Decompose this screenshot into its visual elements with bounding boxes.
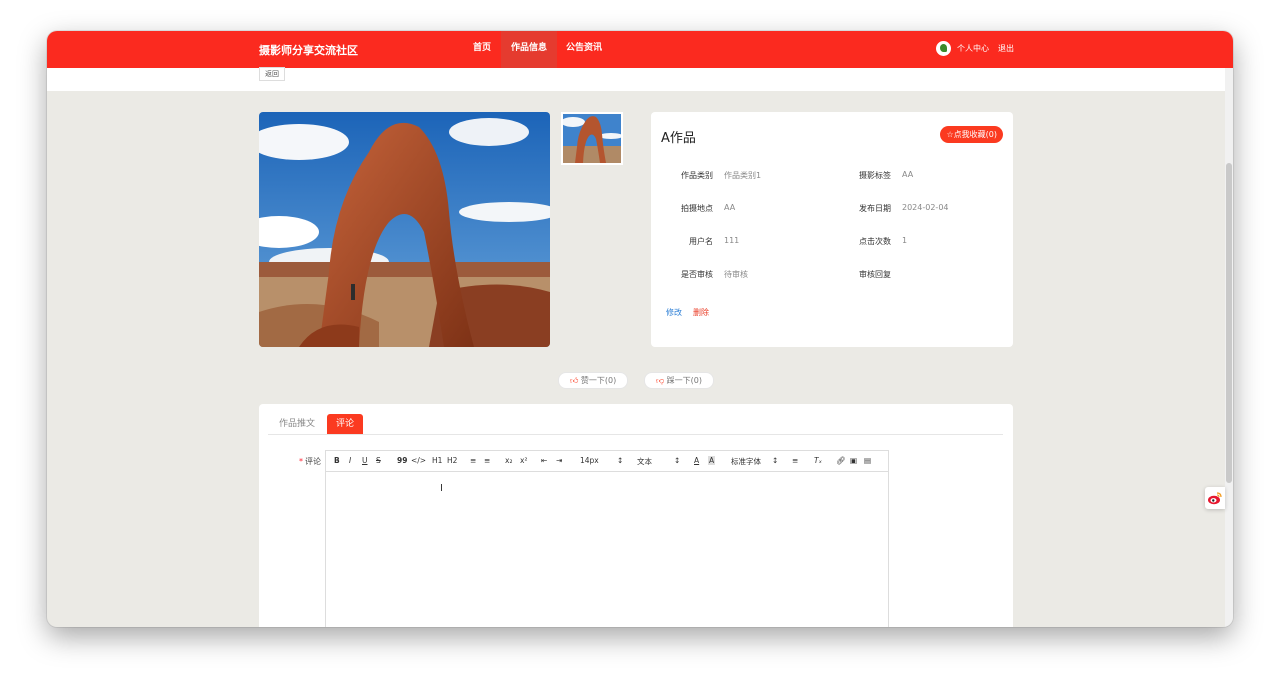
- tab-comment[interactable]: 评论: [327, 414, 364, 434]
- h1-button[interactable]: H1: [432, 456, 442, 465]
- dislike-button[interactable]: 👎︎ 踩一下(0): [644, 372, 715, 389]
- sub-bar: 返回: [47, 67, 1225, 91]
- bold-button[interactable]: B: [334, 456, 340, 465]
- avatar[interactable]: [936, 41, 951, 56]
- favorite-button[interactable]: ☆点我收藏(0): [940, 126, 1003, 143]
- comment-panel: 作品推文 评论 * 评论 B I U S 99 </> H1 H2 ≡ ≡ x₂ …: [259, 404, 1013, 627]
- like-label: 赞一下(0): [580, 376, 617, 385]
- indent-icon[interactable]: ⇥: [556, 456, 562, 465]
- background-color-icon[interactable]: A: [708, 456, 716, 465]
- user-area: 个人中心 退出: [936, 40, 1014, 57]
- bullet-list-icon[interactable]: ≡: [484, 456, 490, 465]
- back-button[interactable]: 返回: [259, 67, 285, 81]
- dislike-label: 踩一下(0): [666, 376, 703, 385]
- nav-item-works[interactable]: 作品信息: [501, 31, 558, 68]
- image-icon[interactable]: ▣: [850, 456, 857, 465]
- thumbs-up-icon: 👍︎: [570, 376, 579, 385]
- nav-item-home[interactable]: 首页: [463, 31, 501, 68]
- required-mark: *: [299, 457, 303, 466]
- main-photo[interactable]: [259, 112, 550, 347]
- comment-label-text: 评论: [305, 457, 321, 466]
- underline-button[interactable]: U: [362, 456, 368, 465]
- photo-thumbnail[interactable]: [561, 112, 623, 165]
- field-label-location: 拍摄地点: [681, 204, 713, 213]
- comment-rich-editor[interactable]: B I U S 99 </> H1 H2 ≡ ≡ x₂ x² ⇤ ⇥ 14px …: [325, 450, 889, 627]
- field-value-username: 111: [724, 236, 740, 245]
- work-info-card: A作品 ☆点我收藏(0) 作品类别 作品类别1 摄影标签 AA 拍摄地点 AA …: [651, 112, 1013, 347]
- strike-button[interactable]: S: [376, 456, 381, 465]
- field-value-clicks: 1: [902, 236, 908, 245]
- block-format-select[interactable]: 文本: [637, 456, 652, 467]
- field-label-clicks: 点击次数: [859, 237, 891, 246]
- font-family-select[interactable]: 标准字体: [731, 456, 761, 467]
- field-label-review: 是否审核: [681, 270, 713, 279]
- video-icon[interactable]: ▤: [864, 456, 871, 465]
- logout-link[interactable]: 退出: [998, 43, 1014, 54]
- outdent-icon[interactable]: ⇤: [541, 456, 547, 465]
- arch-thumbnail-image: [563, 114, 621, 163]
- edit-link[interactable]: 修改: [666, 307, 682, 318]
- thumbs-down-icon: 👎︎: [656, 376, 665, 385]
- site-brand[interactable]: 摄影师分享交流社区: [259, 42, 358, 58]
- field-value-category: 作品类别1: [724, 171, 762, 180]
- field-label-date: 发布日期: [859, 204, 891, 213]
- scrollbar-thumb[interactable]: [1226, 163, 1232, 483]
- italic-button[interactable]: I: [349, 456, 351, 465]
- work-title: A作品: [661, 131, 696, 146]
- align-icon[interactable]: ≡: [792, 456, 798, 465]
- field-value-date: 2024-02-04: [902, 203, 949, 212]
- weibo-share-button[interactable]: [1205, 487, 1225, 509]
- tab-work-article[interactable]: 作品推文: [270, 414, 324, 434]
- font-size-select[interactable]: 14px: [580, 456, 599, 465]
- field-label-category: 作品类别: [681, 171, 713, 180]
- page-scrollbar[interactable]: [1225, 68, 1233, 627]
- text-color-icon[interactable]: A: [694, 456, 699, 465]
- top-navigation: 摄影师分享交流社区 首页 作品信息 公告资讯 个人中心 退出: [47, 31, 1233, 68]
- arch-photo-image: [259, 112, 550, 347]
- clear-format-icon[interactable]: Tₓ: [814, 456, 822, 465]
- browser-window: 摄影师分享交流社区 首页 作品信息 公告资讯 个人中心 退出 返回 A作品 ☆点…: [47, 31, 1233, 627]
- field-label-tag: 摄影标签: [859, 171, 891, 180]
- code-block-button[interactable]: </>: [411, 456, 426, 465]
- text-cursor-icon: I: [440, 483, 443, 494]
- chevron-updown-icon: ↕: [674, 456, 681, 465]
- h2-button[interactable]: H2: [447, 456, 457, 465]
- nav-item-news[interactable]: 公告资讯: [556, 31, 612, 68]
- field-label-review-reply: 审核回复: [859, 270, 891, 279]
- field-label-username: 用户名: [689, 237, 713, 246]
- like-button[interactable]: 👍︎ 赞一下(0): [558, 372, 629, 389]
- field-value-review: 待审核: [724, 270, 748, 279]
- ordered-list-icon[interactable]: ≡: [470, 456, 476, 465]
- field-value-tag: AA: [902, 170, 914, 179]
- weibo-icon: [1208, 492, 1222, 505]
- tabs-divider: [268, 434, 1003, 435]
- subscript-button[interactable]: x₂: [505, 456, 512, 465]
- user-center-link[interactable]: 个人中心: [957, 43, 989, 54]
- chevron-updown-icon: ↕: [772, 456, 779, 465]
- chevron-updown-icon: ↕: [617, 456, 624, 465]
- link-icon[interactable]: 🔗︎: [836, 456, 846, 465]
- comment-field-label: * 评论: [299, 456, 321, 467]
- superscript-button[interactable]: x²: [520, 456, 527, 465]
- blockquote-button[interactable]: 99: [397, 456, 407, 465]
- field-value-location: AA: [724, 203, 736, 212]
- delete-link[interactable]: 删除: [693, 307, 709, 318]
- editor-toolbar: B I U S 99 </> H1 H2 ≡ ≡ x₂ x² ⇤ ⇥ 14px …: [326, 451, 888, 472]
